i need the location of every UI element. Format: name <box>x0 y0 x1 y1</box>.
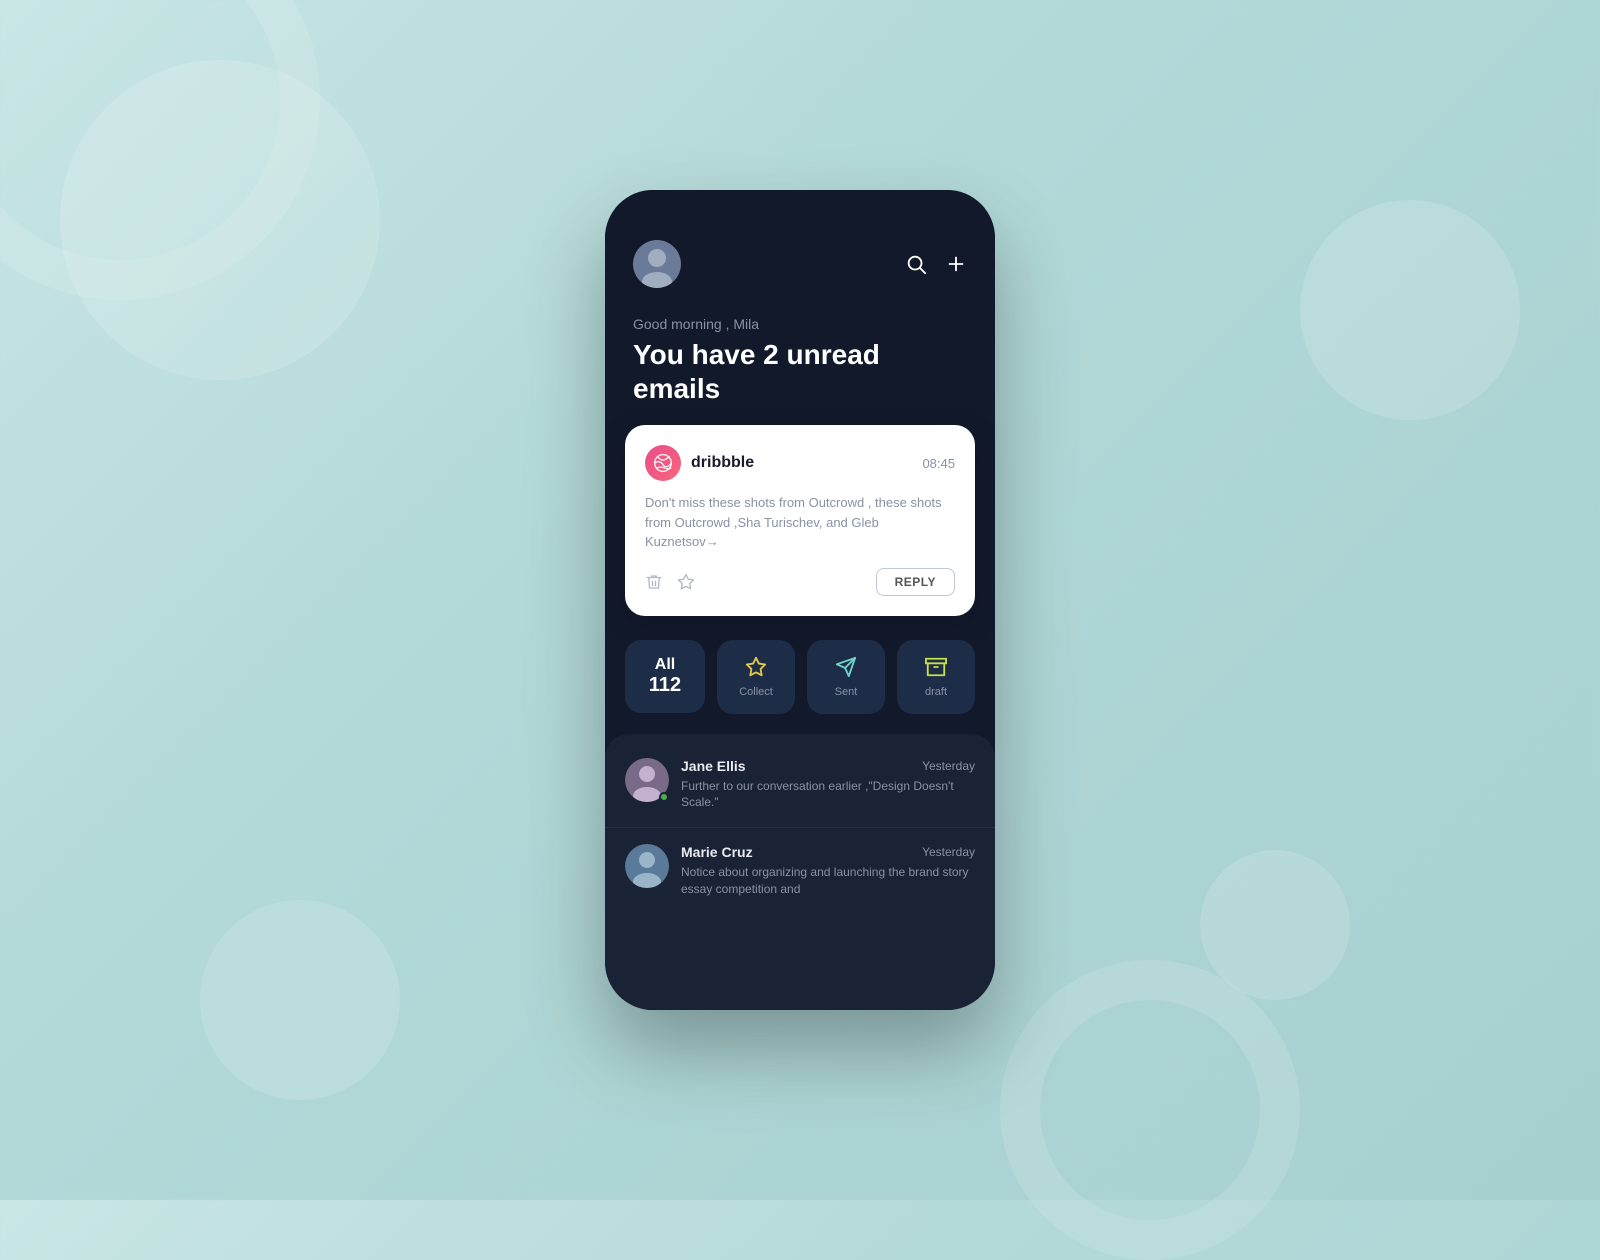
tab-draft[interactable]: draft <box>897 640 975 714</box>
search-icon <box>905 253 927 275</box>
tab-sent[interactable]: Sent <box>807 640 885 714</box>
email-from-2: Marie Cruz <box>681 844 753 860</box>
phone-shell: Good morning , Mila You have 2 unread em… <box>605 190 995 1010</box>
online-indicator <box>659 792 669 802</box>
card-actions: REPLY <box>645 568 955 596</box>
draft-archive-icon <box>925 656 947 678</box>
email-content-1: Jane Ellis Yesterday Further to our conv… <box>681 758 975 812</box>
filter-tabs: All 112 Collect Sent draft <box>605 640 995 734</box>
email-avatar-2 <box>625 844 669 888</box>
add-icon <box>945 253 967 275</box>
tab-draft-label: draft <box>925 686 947 698</box>
email-meta-1: Jane Ellis Yesterday <box>681 758 975 774</box>
greeting-subtitle: Good morning , Mila <box>633 316 967 332</box>
header-icons <box>905 253 967 275</box>
bg-decoration-2 <box>200 900 400 1100</box>
star-icon <box>677 573 695 591</box>
reply-button[interactable]: REPLY <box>876 568 955 596</box>
email-preview-1: Further to our conversation earlier ,"De… <box>681 778 975 812</box>
add-button[interactable] <box>945 253 967 275</box>
avatar-img-2 <box>625 844 669 888</box>
tab-sent-label: Sent <box>835 686 858 698</box>
email-date-2: Yesterday <box>922 845 975 859</box>
card-action-icons <box>645 573 695 591</box>
avatar[interactable] <box>633 240 681 288</box>
email-meta-2: Marie Cruz Yesterday <box>681 844 975 860</box>
tab-all-count: 112 <box>649 674 681 697</box>
sender-name: dribbble <box>691 454 754 472</box>
tab-collect[interactable]: Collect <box>717 640 795 714</box>
dribbble-icon <box>653 453 673 473</box>
email-avatar-1 <box>625 758 669 802</box>
tab-all-label: All <box>655 656 675 674</box>
sent-icon <box>835 656 857 678</box>
bg-arc-2 <box>1000 960 1300 1260</box>
email-from-1: Jane Ellis <box>681 758 746 774</box>
email-content-2: Marie Cruz Yesterday Notice about organi… <box>681 844 975 898</box>
email-body: Don't miss these shots from Outcrowd , t… <box>645 493 955 552</box>
delete-button[interactable] <box>645 573 663 591</box>
card-sender: dribbble <box>645 445 754 481</box>
trash-icon <box>645 573 663 591</box>
star-button[interactable] <box>677 573 695 591</box>
email-preview-2: Notice about organizing and launching th… <box>681 864 975 898</box>
search-button[interactable] <box>905 253 927 275</box>
bg-decoration-4 <box>1200 850 1350 1000</box>
header-top <box>633 240 967 288</box>
tab-all[interactable]: All 112 <box>625 640 705 713</box>
email-item-2[interactable]: Marie Cruz Yesterday Notice about organi… <box>605 828 995 914</box>
bg-decoration-3 <box>1300 200 1520 420</box>
email-item-1[interactable]: Jane Ellis Yesterday Further to our conv… <box>605 742 995 829</box>
card-header: dribbble 08:45 <box>645 445 955 481</box>
header: Good morning , Mila You have 2 unread em… <box>605 190 995 425</box>
featured-email-card[interactable]: dribbble 08:45 Don't miss these shots fr… <box>625 425 975 616</box>
dribbble-logo <box>645 445 681 481</box>
email-time: 08:45 <box>922 456 955 471</box>
email-date-1: Yesterday <box>922 759 975 773</box>
greeting-main: You have 2 unread emails <box>633 338 967 405</box>
tab-collect-label: Collect <box>739 686 773 698</box>
email-list: Jane Ellis Yesterday Further to our conv… <box>605 734 995 1010</box>
collect-star-icon <box>745 656 767 678</box>
